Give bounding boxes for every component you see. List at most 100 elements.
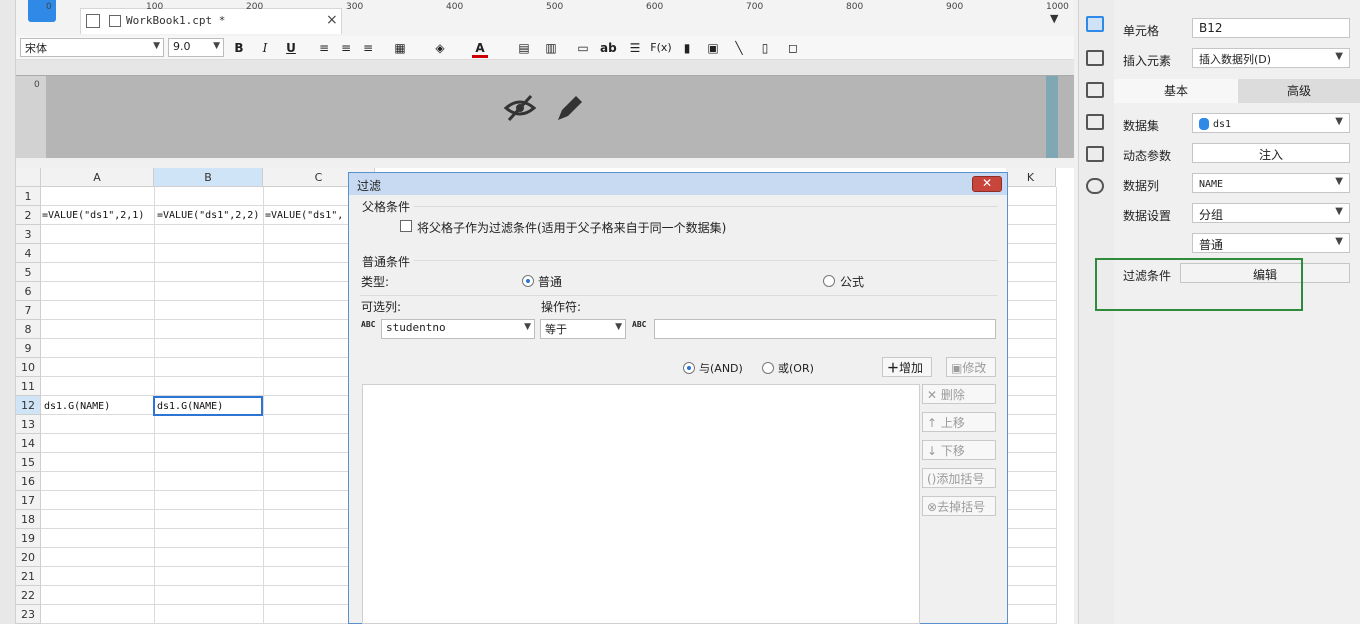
align-right-icon[interactable]: ≡: [360, 40, 376, 56]
row-header[interactable]: 19: [16, 529, 41, 548]
diagonal-icon[interactable]: ╲: [731, 40, 747, 56]
and-radio[interactable]: [683, 362, 695, 374]
remove-bracket-button[interactable]: ⊗去掉括号: [922, 496, 996, 516]
row-header[interactable]: 3: [16, 225, 41, 244]
text-format-button[interactable]: ab: [600, 40, 617, 56]
row-header[interactable]: 21: [16, 567, 41, 586]
row-header[interactable]: 2: [16, 206, 41, 225]
insert-element-select[interactable]: 插入数据列(D) ▼: [1192, 48, 1350, 68]
edit-pencil-icon[interactable]: [554, 92, 586, 124]
data-column-value: NAME: [1199, 179, 1224, 190]
dialog-close-button[interactable]: ✕: [972, 176, 1002, 192]
row-header[interactable]: 18: [16, 510, 41, 529]
tab-advanced[interactable]: 高级: [1238, 79, 1360, 103]
row-header[interactable]: 23: [16, 605, 41, 624]
data-setting-select[interactable]: 分组 ▼: [1192, 203, 1350, 223]
add-bracket-button[interactable]: ()添加括号: [922, 468, 996, 488]
subreport-icon[interactable]: ▯: [757, 40, 773, 56]
row-header[interactable]: 15: [16, 453, 41, 472]
row-header[interactable]: 8: [16, 320, 41, 339]
type-formula-radio[interactable]: [823, 275, 835, 287]
inject-button[interactable]: 注入: [1192, 143, 1350, 163]
row-header[interactable]: 14: [16, 434, 41, 453]
dialog-title-bar[interactable]: 过滤: [349, 173, 1007, 195]
value-type-icon[interactable]: ABC: [632, 320, 646, 329]
add-button[interactable]: ＋增加: [882, 357, 932, 377]
chevron-down-icon: ▼: [1335, 51, 1343, 62]
chevron-down-icon: ▼: [1335, 236, 1343, 247]
italic-button[interactable]: I: [257, 40, 273, 56]
cell-frame-icon[interactable]: [1086, 82, 1104, 98]
fill-color-icon[interactable]: ◈: [432, 40, 448, 56]
column-header-b[interactable]: B: [154, 168, 263, 187]
row-header[interactable]: 10: [16, 358, 41, 377]
value-input[interactable]: [654, 319, 996, 339]
font-color-icon[interactable]: A: [472, 40, 488, 58]
bold-button[interactable]: B: [231, 40, 247, 56]
selected-cell-b12[interactable]: ds1.G(NAME): [153, 396, 263, 416]
column-header-k[interactable]: K: [1006, 168, 1056, 187]
modify-icon: ▣: [951, 361, 963, 375]
hyperlink-icon[interactable]: [1086, 178, 1104, 194]
normal-condition-heading: 普通条件: [362, 255, 411, 269]
column-header-a[interactable]: A: [41, 168, 154, 187]
row-header[interactable]: 11: [16, 377, 41, 396]
font-size-select[interactable]: 9.0 ▼: [168, 38, 224, 57]
data-column-type-icon[interactable]: ABC: [361, 320, 375, 329]
paragraph-icon[interactable]: ☰: [627, 40, 643, 56]
cell-input[interactable]: B12: [1192, 18, 1350, 38]
move-down-button[interactable]: ↓ 下移: [922, 440, 996, 460]
align-center-icon[interactable]: ≡: [338, 40, 354, 56]
formula-button[interactable]: F(x): [650, 40, 672, 56]
tab-menu-icon[interactable]: ▼: [1050, 12, 1058, 25]
frame-icon[interactable]: ◻: [785, 40, 801, 56]
operator-select[interactable]: 等于 ▼: [540, 319, 626, 339]
tab-basic[interactable]: 基本: [1114, 79, 1238, 103]
cell-a12[interactable]: ds1.G(NAME): [44, 401, 152, 412]
split-cells-icon[interactable]: ▥: [543, 40, 559, 56]
row-header[interactable]: 4: [16, 244, 41, 263]
row-header[interactable]: 6: [16, 282, 41, 301]
row-header[interactable]: 1: [16, 187, 41, 206]
widget-icon[interactable]: [1086, 114, 1104, 130]
merge-cells-icon[interactable]: ▤: [516, 40, 532, 56]
cell-b2[interactable]: =VALUE("ds1",2,2): [157, 210, 262, 221]
data-column-select[interactable]: NAME ▼: [1192, 173, 1350, 193]
row-header[interactable]: 5: [16, 263, 41, 282]
row-header[interactable]: 17: [16, 491, 41, 510]
condition-attributes-icon[interactable]: [1086, 146, 1104, 162]
row-header[interactable]: 12: [16, 396, 41, 415]
font-family-select[interactable]: 宋体 ▼: [20, 38, 164, 57]
condition-list[interactable]: [362, 384, 920, 624]
row-header[interactable]: 20: [16, 548, 41, 567]
hide-icon[interactable]: [503, 92, 537, 124]
select-all-corner[interactable]: [16, 168, 41, 187]
data-column-label: 数据列: [1123, 179, 1160, 193]
chart-icon[interactable]: ▮: [679, 40, 695, 56]
image-icon[interactable]: ▣: [705, 40, 721, 56]
dataset-select[interactable]: ds1 ▼: [1192, 113, 1350, 133]
parent-filter-checkbox[interactable]: [400, 220, 412, 232]
type-normal-radio[interactable]: [522, 275, 534, 287]
row-header[interactable]: 13: [16, 415, 41, 434]
align-left-icon[interactable]: ≡: [316, 40, 332, 56]
column-select[interactable]: studentno ▼: [381, 319, 535, 339]
insert-row-icon[interactable]: ▭: [575, 40, 591, 56]
cell-c2[interactable]: =VALUE("ds1",: [265, 210, 347, 221]
modify-button[interactable]: ▣修改: [946, 357, 996, 377]
row-header[interactable]: 16: [16, 472, 41, 491]
group-mode-select[interactable]: 普通 ▼: [1192, 233, 1350, 253]
underline-button[interactable]: U: [283, 40, 299, 56]
row-header[interactable]: 22: [16, 586, 41, 605]
row-header[interactable]: 7: [16, 301, 41, 320]
delete-button[interactable]: ✕ 删除: [922, 384, 996, 404]
or-radio[interactable]: [762, 362, 774, 374]
border-icon[interactable]: ▦: [392, 40, 408, 56]
chevron-down-icon: ▼: [1335, 116, 1343, 127]
row-header[interactable]: 9: [16, 339, 41, 358]
tab-close-icon[interactable]: ×: [326, 12, 338, 28]
cell-properties-icon[interactable]: [1086, 16, 1104, 32]
move-up-button[interactable]: ↑ 上移: [922, 412, 996, 432]
cell-a2[interactable]: =VALUE("ds1",2,1): [42, 210, 152, 221]
cell-element-icon[interactable]: [1086, 50, 1104, 66]
